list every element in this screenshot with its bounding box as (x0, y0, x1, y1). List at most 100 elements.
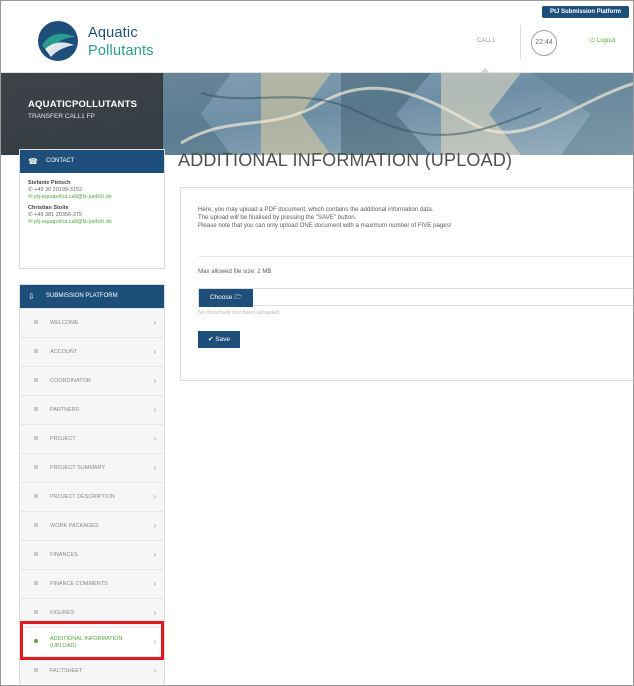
power-icon[interactable]: ⏻ (590, 38, 595, 45)
contact-heading: ☎ CONTACT (20, 150, 164, 173)
divider (198, 256, 633, 257)
chevron-right-icon: › (153, 666, 156, 675)
info-line: Here, you may upload a PDF document, whi… (198, 206, 434, 213)
sidebar-item-label: PROJECT (50, 436, 76, 442)
chevron-right-icon: › (153, 434, 156, 443)
upload-panel: Here, you may upload a PDF document, whi… (180, 187, 633, 381)
sidebar-item[interactable]: PROJECT DESCRIPTION › (20, 482, 164, 511)
sidebar-item[interactable]: PROJECT SUMMARY › (20, 453, 164, 482)
sidebar-item-label: PROJECT SUMMARY (50, 465, 106, 471)
submission-nav: ⇩ SUBMISSION PLATFORM WELCOME › ACCOUNT › CO… (19, 284, 165, 685)
contact-body: Stefanie Pietsch ✆ +49 30 20199-3152 ✉ p… (20, 173, 164, 226)
sidebar-item-label: COORDINATOR (50, 378, 91, 384)
sidebar-item-label: PROJECT DESCRIPTION (50, 494, 115, 500)
sidebar-item-label: WORK PACKAGES (50, 523, 99, 529)
session-timer: 22:44 (531, 30, 557, 56)
chevron-right-icon: › (153, 405, 156, 414)
browser-frame: Aquatic Pollutants PtJ Submission Platfo… (0, 0, 634, 686)
header-divider (520, 25, 521, 59)
file-input[interactable]: Choose 🗁 (198, 288, 633, 307)
chevron-right-icon: › (153, 637, 156, 646)
bullet-icon (34, 465, 38, 469)
contact-phone: ✆ +49 30 20199-3152 (28, 187, 164, 194)
bullet-icon (34, 349, 38, 353)
sidebar-item[interactable]: WORK PACKAGES › (20, 511, 164, 540)
sidebar-item[interactable]: COORDINATOR › (20, 366, 164, 395)
contact-email-address[interactable]: ptj-aquapollut.call@fz-juelich.de (34, 194, 112, 200)
sidebar-item[interactable]: PARTNERS › (20, 395, 164, 424)
chevron-right-icon: › (153, 550, 156, 559)
sidebar-item[interactable]: FINANCE COMMENTS › (20, 569, 164, 598)
save-button[interactable]: ✔ Save (198, 331, 240, 348)
contact-name: Christian Stolte (28, 205, 69, 211)
contact-heading-label: CONTACT (46, 158, 75, 164)
contact-email-address[interactable]: ptj-aquapollut.call@fz-juelich.de (34, 219, 112, 225)
bullet-icon (34, 581, 38, 585)
contact-panel: ☎ CONTACT Stefanie Pietsch ✆ +49 30 2019… (19, 149, 165, 269)
bullet-icon (34, 552, 38, 556)
bullet-icon (34, 320, 38, 324)
bullet-icon (34, 610, 38, 614)
bullet-icon (34, 494, 38, 498)
sidebar-item[interactable]: FINANCES › (20, 540, 164, 569)
sidebar-item-label: ACCOUNT (50, 349, 78, 355)
sidebar-item-label: WELCOME (50, 320, 79, 326)
chevron-right-icon: › (153, 376, 156, 385)
app-logo[interactable]: Aquatic Pollutants (36, 19, 156, 63)
nav-list: WELCOME › ACCOUNT › COORDINATOR › PARTNERS › PRO… (20, 308, 164, 685)
banner-title: AQUATICPOLLUTANTS (28, 99, 138, 110)
sidebar-item[interactable]: FACTSHEET › (20, 656, 164, 685)
sidebar-item-label: ADDITIONAL INFORMATION (UPLOAD) (50, 636, 123, 649)
chevron-right-icon: › (153, 347, 156, 356)
nav-heading-label: SUBMISSION PLATFORM (46, 293, 118, 299)
contact-name: Stefanie Pietsch (28, 180, 71, 186)
chevron-right-icon: › (153, 318, 156, 327)
contact-phone-number: +49 30 20199-3152 (34, 187, 83, 193)
sidebar-item-label: FINANCES (50, 552, 78, 558)
sidebar-item[interactable]: ADDITIONAL INFORMATION (UPLOAD) › (20, 627, 164, 656)
choose-file-button[interactable]: Choose 🗁 (199, 289, 253, 307)
chevron-right-icon: › (153, 463, 156, 472)
contact-phone-number: +49 381 20356-275 (34, 212, 83, 218)
info-line: Please note that you can only upload ONE… (198, 222, 452, 229)
logout-link[interactable]: Logout (597, 38, 615, 44)
nav-heading: ⇩ SUBMISSION PLATFORM (20, 285, 164, 308)
banner-title-box: AQUATICPOLLUTANTS TRANSFER CALL1 FP (1, 73, 163, 155)
page-title: ADDITIONAL INFORMATION (UPLOAD) (178, 150, 513, 170)
aquatic-logo-icon (38, 21, 78, 61)
bullet-icon (34, 639, 38, 643)
banner-subtitle: TRANSFER CALL1 FP (28, 113, 95, 120)
sidebar-item[interactable]: PROJECT › (20, 424, 164, 453)
bullet-icon (34, 378, 38, 382)
sidebar-item-label: FIGURES (50, 610, 75, 616)
upload-instructions: Here, you may upload a PDF document, whi… (198, 206, 451, 230)
chevron-right-icon: › (153, 579, 156, 588)
chevron-right-icon: › (153, 492, 156, 501)
max-file-size: Max allowed file size: 2 MB (198, 268, 272, 275)
contact-email[interactable]: ✉ ptj-aquapollut.call@fz-juelich.de (28, 194, 164, 201)
sidebar-item-label: FACTSHEET (50, 668, 83, 674)
sidebar-item[interactable]: ACCOUNT › (20, 337, 164, 366)
upload-status: No document has been uploaded. (198, 310, 281, 316)
chevron-right-icon: › (153, 608, 156, 617)
contact-phone: ✆ +49 381 20356-275 (28, 212, 164, 219)
bullet-icon (34, 407, 38, 411)
upload-icon: ⇩ (28, 292, 35, 301)
logo-text-pollutants: Pollutants (88, 43, 154, 59)
contact-email[interactable]: ✉ ptj-aquapollut.call@fz-juelich.de (28, 219, 164, 226)
sidebar-item-label: FINANCE COMMENTS (50, 581, 108, 587)
bullet-icon (34, 436, 38, 440)
call-label[interactable]: CALL1 (477, 38, 495, 44)
phone-icon: ☎ (28, 157, 38, 166)
platform-badge: PtJ Submission Platform (541, 6, 629, 18)
sidebar-item-label: PARTNERS (50, 407, 80, 413)
bullet-icon (34, 668, 38, 672)
logo-text-aquatic: Aquatic (88, 25, 138, 41)
top-header: Aquatic Pollutants PtJ Submission Platfo… (1, 1, 633, 74)
hero-banner: AQUATICPOLLUTANTS TRANSFER CALL1 FP (1, 73, 633, 155)
sidebar-item[interactable]: FIGURES › (20, 598, 164, 627)
info-line: The upload will be finalised by pressing… (198, 214, 357, 221)
chevron-right-icon: › (153, 521, 156, 530)
bullet-icon (34, 523, 38, 527)
sidebar-item[interactable]: WELCOME › (20, 308, 164, 337)
